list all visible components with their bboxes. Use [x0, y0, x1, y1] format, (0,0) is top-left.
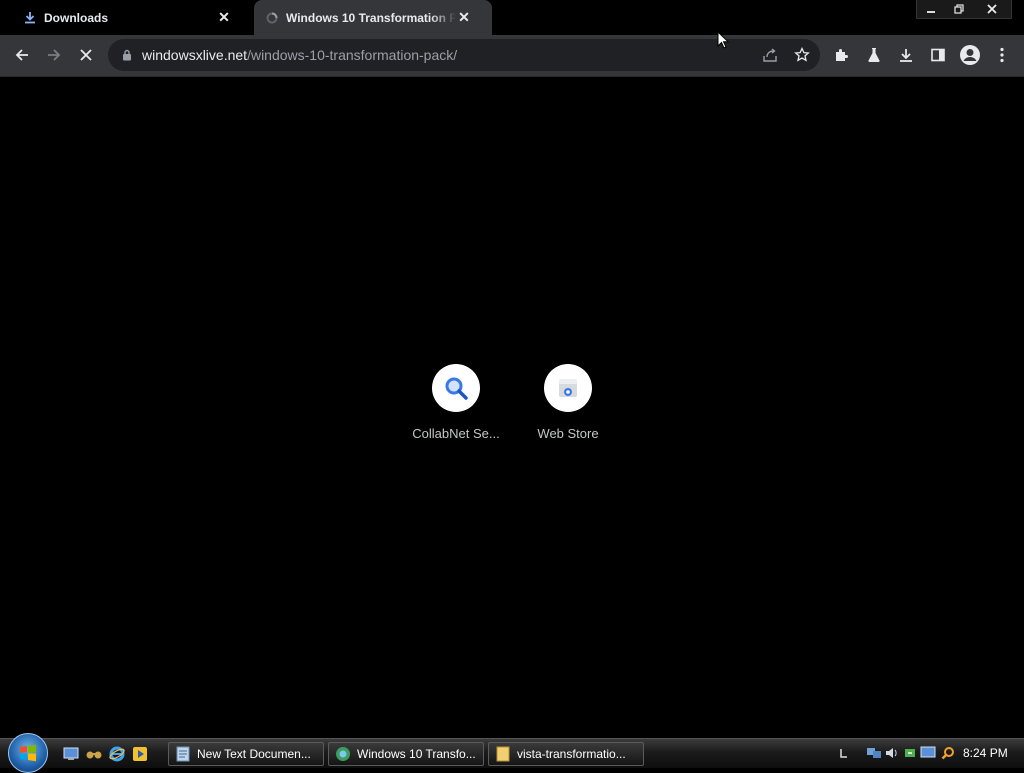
folder-icon [495, 746, 511, 762]
more-vertical-icon [1000, 47, 1004, 63]
desktop-icon [63, 747, 79, 760]
switch-windows-button[interactable] [85, 745, 103, 763]
arrow-right-icon [48, 49, 61, 61]
volume-icon[interactable] [884, 745, 900, 761]
forward-button[interactable] [38, 39, 70, 71]
tab-windows-10-transformation-pack[interactable]: Windows 10 Transformation Pack ✕ [254, 0, 492, 35]
new-tab-page: CollabNet Se... Web Store [0, 77, 1024, 738]
tab-close-button[interactable]: ✕ [456, 9, 472, 26]
close-window-button[interactable] [973, 0, 1011, 18]
system-clock[interactable]: 8:24 PM [963, 746, 1008, 760]
labs-button[interactable] [858, 39, 890, 71]
taskbar: New Text Documen... Windows 10 Transfo..… [0, 733, 1024, 773]
puzzle-icon [836, 49, 848, 61]
url-text: windowsxlive.net/windows-10-transformati… [142, 47, 457, 63]
download-icon [22, 10, 38, 26]
menu-button[interactable] [986, 39, 1018, 71]
network-icon[interactable] [866, 745, 882, 761]
shortcut-icon-circle [544, 364, 592, 412]
taskbar-button-label: New Text Documen... [197, 747, 311, 761]
keyboard-icon[interactable] [836, 745, 852, 761]
search-icon [445, 377, 468, 400]
search-tray-icon[interactable] [940, 745, 956, 761]
media-player-button[interactable] [131, 745, 149, 763]
notepad-icon [175, 746, 191, 762]
side-panel-button[interactable] [922, 39, 954, 71]
taskbar-button-label: Windows 10 Transfo... [357, 747, 476, 761]
restore-icon [954, 4, 964, 14]
restore-button[interactable] [945, 0, 973, 18]
url-host: windowsxlive.net [142, 47, 248, 63]
show-desktop-button[interactable] [62, 745, 80, 763]
extensions-button[interactable] [826, 39, 858, 71]
lock-icon[interactable] [120, 48, 134, 62]
share-button[interactable] [756, 39, 784, 71]
window-controls [916, 0, 1012, 19]
internet-explorer-button[interactable] [108, 745, 126, 763]
taskbar-button[interactable]: vista-transformatio... [488, 742, 644, 766]
flask-icon [868, 48, 880, 62]
url-path: /windows-10-transformation-pack/ [247, 47, 458, 63]
media-player-icon [133, 747, 147, 761]
shortcut-tile[interactable]: Web Store [512, 364, 624, 441]
tab-title: Downloads [44, 10, 109, 25]
shortcut-tile[interactable]: CollabNet Se... [400, 364, 512, 441]
avatar-icon [960, 45, 980, 65]
browser-toolbar: windowsxlive.net/windows-10-transformati… [0, 35, 1024, 76]
tab-downloads[interactable]: Downloads ✕ [0, 0, 246, 35]
star-icon [794, 47, 810, 62]
downloads-button[interactable] [890, 39, 922, 71]
minimize-icon [927, 11, 935, 13]
web-store-icon [559, 379, 577, 397]
shortcut-icon-circle [432, 364, 480, 412]
start-button[interactable] [8, 733, 48, 773]
internet-explorer-icon [109, 746, 125, 762]
browser-icon [335, 746, 351, 762]
stop-loading-button[interactable] [70, 39, 102, 71]
back-button[interactable] [6, 39, 38, 71]
close-icon [987, 4, 997, 14]
tab-strip: Downloads ✕ Windows 10 Transformation Pa… [0, 0, 1024, 35]
tab-close-button[interactable]: ✕ [216, 9, 232, 26]
arrow-left-icon [15, 49, 28, 61]
address-bar[interactable]: windowsxlive.net/windows-10-transformati… [108, 39, 820, 71]
minimize-button[interactable] [917, 0, 945, 18]
tab-title: Windows 10 Transformation Pack [286, 10, 456, 25]
share-icon [763, 48, 777, 62]
taskbar-button[interactable]: Windows 10 Transfo... [328, 742, 484, 766]
side-panel-icon [931, 48, 945, 62]
shortcut-label: CollabNet Se... [412, 426, 500, 441]
shortcut-label: Web Store [537, 426, 599, 441]
profile-button[interactable] [954, 39, 986, 71]
loading-icon [264, 10, 280, 26]
taskbar-button[interactable]: New Text Documen... [168, 742, 324, 766]
windows-logo-icon [20, 744, 36, 762]
display-icon[interactable] [920, 745, 936, 761]
bookmark-star-button[interactable] [788, 39, 816, 71]
safely-remove-icon[interactable] [902, 745, 918, 761]
taskbar-button-label: vista-transformatio... [517, 747, 626, 761]
mouse-cursor-icon [717, 30, 730, 54]
goggles-icon [86, 751, 102, 759]
stop-icon [80, 49, 92, 61]
download-icon [900, 49, 912, 62]
